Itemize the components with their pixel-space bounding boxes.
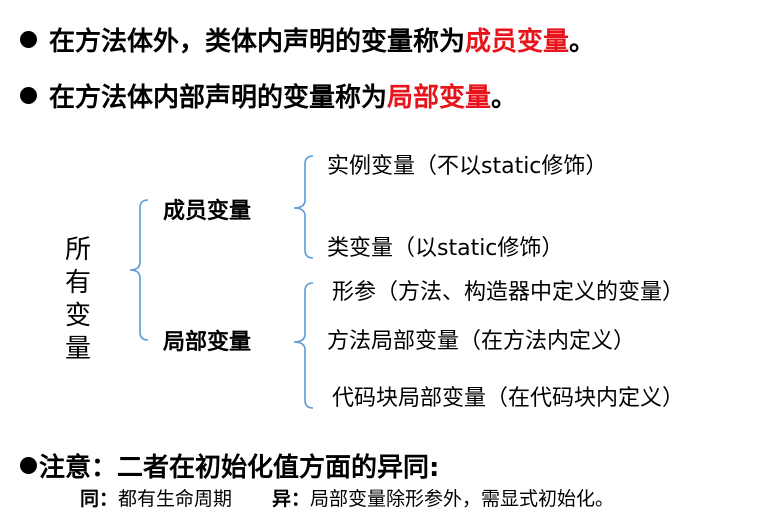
item-instance-variable: 实例变量（不以static修饰）: [327, 154, 608, 179]
member-bracket: [293, 155, 314, 259]
local-bracket: [293, 282, 314, 409]
note-line: 注意：二者在初始化值方面的异同:: [20, 447, 439, 484]
bullet-dot-icon: [20, 457, 37, 474]
diff-label: 异：: [272, 488, 311, 510]
category-member-variable: 成员变量: [163, 199, 252, 224]
item-class-variable: 类变量（以static修饰）: [327, 236, 564, 261]
same-label: 同：: [80, 488, 119, 510]
diff-text: 局部变量除形参外，需显式初始化。: [310, 488, 615, 510]
item-method-local: 方法局部变量（在方法内定义）: [327, 329, 636, 354]
root-bracket: [129, 199, 149, 341]
root-label: 所 有 变 量: [64, 235, 91, 364]
note-details: 同：都有生命周期 异：局部变量除形参外，需显式初始化。: [80, 484, 614, 511]
category-local-variable: 局部变量: [163, 330, 252, 355]
same-text: 都有生命周期: [118, 488, 233, 510]
item-parameter: 形参（方法、构造器中定义的变量）: [332, 280, 685, 305]
item-block-local: 代码块局部变量（在代码块内定义）: [332, 386, 685, 411]
